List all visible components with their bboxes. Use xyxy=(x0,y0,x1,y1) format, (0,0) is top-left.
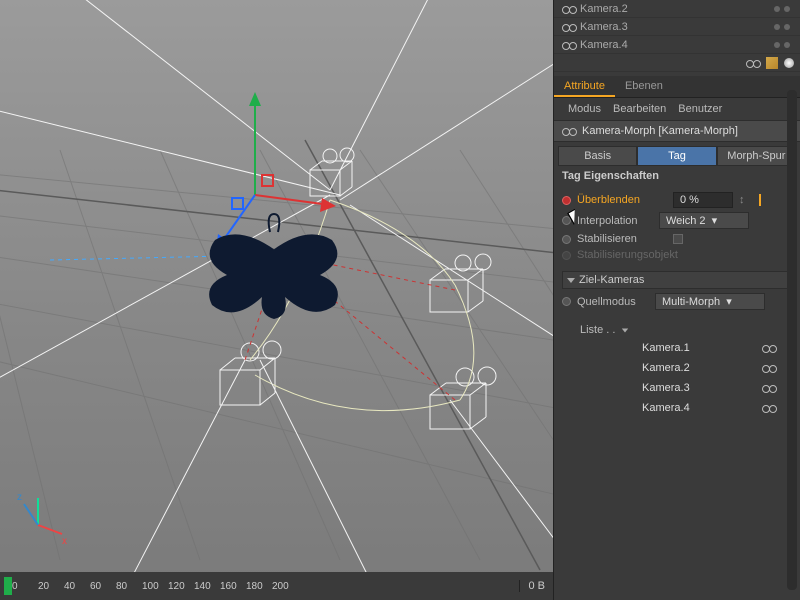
object-name: Kamera.3 xyxy=(580,21,628,33)
list-item[interactable]: Kamera.4 xyxy=(634,398,800,418)
subtab-morph[interactable]: Morph-Spur xyxy=(717,146,796,166)
camera-icon xyxy=(762,364,776,372)
list-item[interactable]: Kamera.3 xyxy=(634,378,800,398)
vis-dot[interactable] xyxy=(784,6,790,12)
timeline-playhead[interactable] xyxy=(4,577,12,595)
blend-value[interactable]: 0 % xyxy=(673,192,733,208)
srcmode-select[interactable]: Multi-Morph ▾ xyxy=(655,293,765,310)
keyframe-dot[interactable] xyxy=(562,235,571,244)
panel-scrollbar[interactable] xyxy=(787,90,797,590)
attribute-subtabs: Basis Tag Morph-Spur xyxy=(558,146,796,166)
prop-interpolation: Interpolation Weich 2 ▾ xyxy=(554,210,800,231)
mouse-cursor xyxy=(570,210,584,228)
stabobj-label: Stabilisierungsobjekt xyxy=(577,249,707,261)
list-item-label: Kamera.2 xyxy=(642,362,690,374)
vis-dot[interactable] xyxy=(774,42,780,48)
attribute-panel: Kamera.2 Kamera.3 Kamera.4 Attribute Ebe… xyxy=(553,0,800,600)
camera-list: Kamera.1 Kamera.2 Kamera.3 Kamera.4 xyxy=(634,338,800,418)
camera-icon xyxy=(562,23,576,31)
keyframe-dot xyxy=(562,251,571,260)
axis-z-label: z xyxy=(17,492,22,503)
camera-icon xyxy=(762,404,776,412)
prop-stabilize: Stabilisieren xyxy=(554,231,800,247)
camera-icon xyxy=(746,59,760,67)
list-item[interactable]: Kamera.2 xyxy=(634,358,800,378)
object-name: Kamera.2 xyxy=(580,3,628,15)
group-target-cameras: Ziel-Kameras xyxy=(554,269,800,291)
object-name: Kamera.4 xyxy=(580,39,628,51)
attribute-title: Kamera-Morph [Kamera-Morph] xyxy=(554,121,800,142)
stabilize-checkbox[interactable] xyxy=(673,234,683,244)
list-item-label: Kamera.3 xyxy=(642,382,690,394)
subtab-basis[interactable]: Basis xyxy=(558,146,637,166)
keyframe-dot[interactable] xyxy=(562,297,571,306)
camera-morph-icon xyxy=(562,127,576,135)
tag-icon[interactable] xyxy=(784,58,794,68)
section-header: Tag Eigenschaften xyxy=(562,170,792,182)
vis-dot[interactable] xyxy=(784,24,790,30)
object-row[interactable]: Kamera.4 xyxy=(554,36,800,54)
list-header-row: Liste . . xyxy=(554,322,800,338)
srcmode-label: Quellmodus xyxy=(577,296,649,308)
group-header[interactable]: Ziel-Kameras xyxy=(562,271,792,289)
attribute-toolbar: Modus Bearbeiten Benutzer xyxy=(554,98,800,121)
chevron-down-icon[interactable] xyxy=(622,328,628,332)
viewport-3d[interactable]: z x xyxy=(0,0,553,600)
tab-layers[interactable]: Ebenen xyxy=(615,76,673,97)
timeline-ticks: 020406080100120140160180200 xyxy=(12,572,519,600)
menu-edit[interactable]: Bearbeiten xyxy=(613,103,666,115)
keyframe-dot[interactable] xyxy=(562,196,571,205)
menu-user[interactable]: Benutzer xyxy=(678,103,722,115)
prop-stabilize-object: Stabilisierungsobjekt xyxy=(554,247,800,263)
camera-icon xyxy=(762,384,776,392)
list-label: Liste . . xyxy=(580,324,615,336)
section-tag-properties: Tag Eigenschaften xyxy=(554,166,800,190)
title-text: Kamera-Morph [Kamera-Morph] xyxy=(582,125,738,137)
vis-dot[interactable] xyxy=(784,42,790,48)
menu-mode[interactable]: Modus xyxy=(568,103,601,115)
tab-attribute[interactable]: Attribute xyxy=(554,76,615,97)
timeline-frame-display: 0 B xyxy=(519,580,553,592)
panel-tabs: Attribute Ebenen xyxy=(554,76,800,98)
camera-icon xyxy=(762,344,776,352)
chevron-down-icon xyxy=(567,278,575,283)
list-item-label: Kamera.1 xyxy=(642,342,690,354)
prop-sourcemode: Quellmodus Multi-Morph ▾ xyxy=(554,291,800,312)
interp-select[interactable]: Weich 2 ▾ xyxy=(659,212,749,229)
viewport-scene: z x xyxy=(0,0,553,600)
blend-label: Überblenden xyxy=(577,194,667,206)
spinner-icon[interactable]: ↕ xyxy=(739,194,749,206)
tag-icon[interactable] xyxy=(766,57,778,69)
object-manager: Kamera.2 Kamera.3 Kamera.4 xyxy=(554,0,800,72)
timeline[interactable]: 020406080100120140160180200 0 B xyxy=(0,572,553,600)
group-title: Ziel-Kameras xyxy=(579,274,644,286)
object-row[interactable]: Kamera.3 xyxy=(554,18,800,36)
object-row-tags[interactable] xyxy=(554,54,800,72)
interp-label: Interpolation xyxy=(577,215,653,227)
list-item-label: Kamera.4 xyxy=(642,402,690,414)
object-row[interactable]: Kamera.2 xyxy=(554,0,800,18)
camera-icon xyxy=(562,5,576,13)
axis-x-label: x xyxy=(62,536,67,547)
vis-dot[interactable] xyxy=(774,24,780,30)
subtab-tag[interactable]: Tag xyxy=(637,146,716,166)
keyframe-marker xyxy=(759,194,761,206)
vis-dot[interactable] xyxy=(774,6,780,12)
list-item[interactable]: Kamera.1 xyxy=(634,338,800,358)
camera-icon xyxy=(562,41,576,49)
stabilize-label: Stabilisieren xyxy=(577,233,667,245)
prop-blend: Überblenden 0 % ↕ xyxy=(554,190,800,210)
